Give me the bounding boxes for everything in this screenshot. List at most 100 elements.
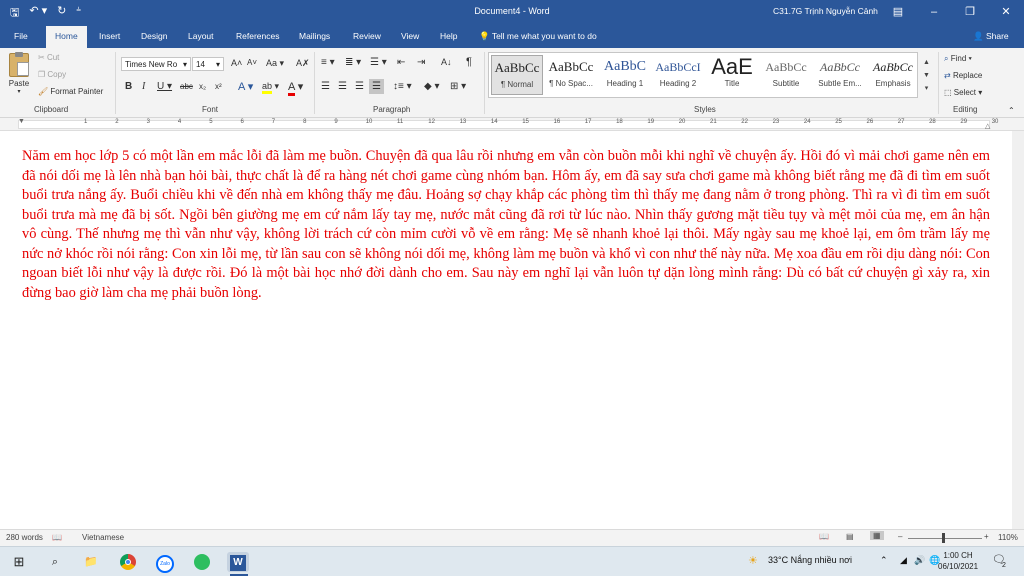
tab-layout[interactable]: Layout [188, 31, 214, 41]
justify-button[interactable]: ☰ [369, 79, 384, 94]
volume-icon[interactable]: 🔊 [914, 555, 925, 566]
windows-start-icon[interactable]: ⊞ [8, 552, 30, 572]
show-marks-button[interactable]: ¶ [466, 56, 472, 68]
align-right-button[interactable]: ☰ [355, 81, 364, 92]
tab-view[interactable]: View [401, 31, 419, 41]
highlight-button[interactable]: ab ▾ [262, 81, 279, 94]
change-case-button[interactable]: Aa ▾ [266, 58, 284, 69]
weather-text[interactable]: 33°C Nắng nhiều nơi [768, 555, 852, 565]
shrink-font-button[interactable]: A˅ [247, 58, 257, 67]
time: 1:00 CH [943, 551, 973, 560]
tab-insert[interactable]: Insert [99, 31, 120, 41]
multilevel-list-button[interactable]: ☰ ▾ [370, 57, 387, 68]
style-subtle-emphasis[interactable]: AaBbCc Subtle Em... [814, 55, 866, 95]
restore-icon[interactable]: ❐ [952, 0, 988, 24]
text-effects-button[interactable]: A ▾ [238, 80, 253, 93]
style-subtitle[interactable]: AaBbCc Subtitle [760, 55, 812, 95]
tab-design[interactable]: Design [141, 31, 167, 41]
shading-button[interactable]: ◆ ▾ [424, 81, 440, 92]
format-painter-button[interactable]: 🖌 Format Painter [38, 87, 103, 96]
ruler-number: 21 [710, 119, 717, 125]
document-page[interactable]: Năm em học lớp 5 có một lần em mắc lỗi đ… [0, 131, 1024, 529]
right-indent-marker-icon[interactable]: △ [985, 122, 990, 130]
italic-button[interactable]: I [142, 81, 145, 92]
style-emphasis[interactable]: AaBbCc Emphasis [867, 55, 919, 95]
style-heading-1[interactable]: AaBbC Heading 1 [599, 55, 651, 95]
document-body[interactable]: Năm em học lớp 5 có một lần em mắc lỗi đ… [22, 147, 990, 303]
share-button[interactable]: 👤 Share [973, 31, 1009, 42]
font-name-combo[interactable]: Times New Ro ▾ [121, 57, 191, 71]
align-center-button[interactable]: ☰ [338, 81, 347, 92]
select-button[interactable]: ⬚ Select ▾ [944, 88, 982, 97]
tab-references[interactable]: References [236, 31, 279, 41]
zalo-icon[interactable]: Zalo [154, 552, 176, 573]
cut-button[interactable]: ✂ Cut [38, 53, 59, 62]
replace-button[interactable]: ⇄ Replace [944, 71, 982, 80]
find-button[interactable]: ⌕ Find ▾ [944, 54, 972, 64]
tab-home[interactable]: Home [46, 26, 87, 48]
align-left-button[interactable]: ☰ [321, 81, 330, 92]
paste-button[interactable]: Paste ▾ [6, 52, 32, 95]
bold-button[interactable]: B [125, 81, 132, 92]
read-mode-icon[interactable]: 📖 [819, 532, 829, 541]
zoom-thumb[interactable] [942, 533, 945, 543]
minimize-icon[interactable]: – [916, 0, 952, 24]
coccoc-icon[interactable] [191, 552, 213, 572]
close-icon[interactable]: ✕ [988, 0, 1024, 24]
tell-me-box[interactable]: 💡 Tell me what you want to do [479, 31, 597, 42]
horizontal-ruler[interactable]: 1 2 3 4 5 6 7 8 9 10 11 12 13 14 15 16 17 18 19 20 21 22 23 24 2… [0, 118, 1024, 131]
word-count[interactable]: 280 words [6, 533, 43, 542]
font-color-button[interactable]: A ▾ [288, 80, 303, 96]
style-no-spacing[interactable]: AaBbCc ¶ No Spac... [545, 55, 597, 95]
grow-font-button[interactable]: A˄ [231, 58, 242, 68]
style-normal[interactable]: AaBbCc ¶ Normal [491, 55, 543, 95]
file-explorer-icon[interactable]: 📁 [80, 552, 102, 572]
user-name[interactable]: C31.7G Trịnh Nguyễn Cảnh [773, 6, 878, 16]
borders-button[interactable]: ⊞ ▾ [450, 81, 466, 92]
tab-mailings[interactable]: Mailings [299, 31, 330, 41]
underline-button[interactable]: U ▾ [157, 81, 172, 92]
line-spacing-button[interactable]: ↕≡ ▾ [393, 81, 412, 92]
tab-file[interactable]: File [14, 31, 28, 41]
style-title[interactable]: AaE Title [706, 55, 758, 95]
zoom-slider[interactable] [908, 538, 982, 539]
indent-marker-icon[interactable]: ▼ [18, 118, 25, 125]
tab-help[interactable]: Help [440, 31, 457, 41]
print-layout-icon[interactable]: ▤ [846, 532, 854, 541]
chevron-up-icon[interactable]: ⌃ [880, 555, 888, 566]
increase-indent-button[interactable]: ⇥ [417, 57, 425, 68]
divider [115, 52, 116, 114]
proofing-icon[interactable]: 📖 [52, 533, 62, 542]
word-app-icon[interactable]: W [227, 552, 249, 572]
styles-scroll[interactable]: ▲ ▼ ▾ [921, 56, 932, 95]
search-icon[interactable]: ⌕ [44, 552, 66, 572]
numbering-button[interactable]: ≣ ▾ [345, 57, 361, 68]
collapse-ribbon-button[interactable]: ⌃ [1008, 106, 1015, 115]
clock[interactable]: 1:00 CH 06/10/2021 [938, 550, 978, 572]
style-heading-2[interactable]: AaBbCcI Heading 2 [652, 55, 704, 95]
decrease-indent-button[interactable]: ⇤ [397, 57, 405, 68]
chrome-icon[interactable] [117, 552, 139, 572]
ruler-number: 14 [490, 119, 498, 125]
clear-formatting-button[interactable]: A✗ [296, 58, 310, 69]
network-icon[interactable]: ◢ [900, 555, 907, 566]
web-layout-icon[interactable]: ▦ [870, 531, 884, 540]
font-size-combo[interactable]: 14 ▾ [192, 57, 224, 71]
sort-button[interactable]: A↓ [441, 57, 452, 67]
notification-icon[interactable]: 🗨2 [992, 553, 1010, 569]
subscript-button[interactable]: x₂ [199, 82, 206, 91]
weather-icon[interactable]: ☀ [748, 554, 758, 567]
bullets-button[interactable]: ≡ ▾ [321, 57, 335, 68]
vertical-scrollbar[interactable] [1012, 131, 1024, 529]
zoom-in-icon[interactable]: + [984, 532, 989, 541]
person-icon: 👤 [973, 31, 984, 41]
zoom-out-icon[interactable]: – [898, 532, 902, 541]
strikethrough-button[interactable]: abc [180, 82, 193, 91]
zoom-level[interactable]: 110% [998, 533, 1018, 542]
tab-review[interactable]: Review [353, 31, 381, 41]
copy-button[interactable]: ❐ Copy [38, 70, 66, 79]
multilevel-list-icon: ☰ ▾ [370, 57, 387, 68]
ribbon-display-icon[interactable]: ▤ [880, 0, 916, 24]
language[interactable]: Vietnamese [82, 533, 124, 542]
superscript-button[interactable]: x² [215, 82, 222, 91]
